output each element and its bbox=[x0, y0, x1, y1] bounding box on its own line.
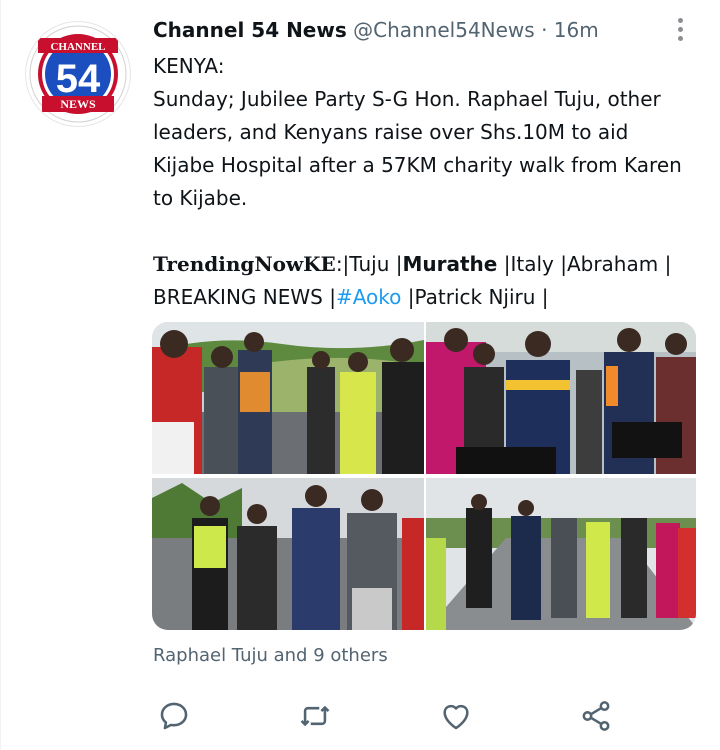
retweet-icon bbox=[300, 705, 330, 727]
walkers-crowd-image bbox=[426, 322, 696, 474]
timestamp[interactable]: 16m bbox=[554, 18, 599, 42]
reply-button[interactable] bbox=[154, 696, 194, 736]
share-button[interactable] bbox=[576, 696, 616, 736]
walkers-group-image bbox=[152, 478, 424, 630]
hashtag-aoko[interactable]: #Aoko bbox=[336, 285, 401, 309]
avatar[interactable]: CHANNEL 54 NEWS bbox=[26, 22, 130, 126]
logo-number: 54 bbox=[56, 57, 101, 101]
heart-icon bbox=[443, 704, 469, 730]
more-vertical-icon bbox=[677, 17, 683, 23]
photo-3[interactable] bbox=[152, 478, 424, 630]
photo-1[interactable] bbox=[152, 322, 424, 474]
tweet-line-kenya: KENYA: bbox=[153, 54, 225, 78]
trending-line: TrendingNowKE:|Tuju |Murathe |Italy |Abr… bbox=[153, 248, 693, 314]
channel54-logo: CHANNEL 54 NEWS bbox=[29, 25, 127, 123]
logo-bottom-text: NEWS bbox=[60, 97, 96, 111]
tweet-body: Sunday; Jubilee Party S-G Hon. Raphael T… bbox=[153, 87, 682, 210]
tweet-header: Channel 54 News @Channel54News · 16m bbox=[153, 16, 599, 44]
trending-murathe: Murathe bbox=[402, 252, 498, 276]
walkers-road-image bbox=[152, 322, 424, 474]
breaking-news: BREAKING NEWS | bbox=[153, 285, 336, 309]
trending-rest: |Italy |Abraham | bbox=[497, 252, 672, 276]
trending-patrick: |Patrick Njiru | bbox=[401, 285, 549, 309]
left-border bbox=[0, 0, 1, 750]
media-grid bbox=[152, 322, 696, 630]
more-dot bbox=[677, 35, 683, 41]
handle[interactable]: @Channel54News bbox=[353, 18, 535, 42]
more-options-button[interactable] bbox=[668, 14, 692, 44]
photo-2[interactable] bbox=[426, 322, 696, 474]
action-bar bbox=[152, 696, 622, 736]
display-name[interactable]: Channel 54 News bbox=[153, 18, 347, 42]
trending-label: TrendingNowKE bbox=[153, 252, 336, 276]
liked-by-text[interactable]: Raphael Tuju and 9 others bbox=[153, 645, 388, 666]
like-button[interactable] bbox=[436, 696, 476, 736]
tweet-text: KENYA: Sunday; Jubilee Party S-G Hon. Ra… bbox=[153, 50, 693, 314]
more-dot bbox=[677, 26, 683, 32]
photo-4[interactable] bbox=[426, 478, 696, 630]
separator: · bbox=[541, 18, 548, 42]
trending-tuju: :|Tuju | bbox=[335, 252, 403, 276]
walkers-highway-image bbox=[426, 478, 696, 630]
logo-top-text: CHANNEL bbox=[50, 41, 105, 53]
share-icon bbox=[582, 701, 610, 731]
reply-icon bbox=[160, 702, 188, 730]
retweet-button[interactable] bbox=[295, 696, 335, 736]
